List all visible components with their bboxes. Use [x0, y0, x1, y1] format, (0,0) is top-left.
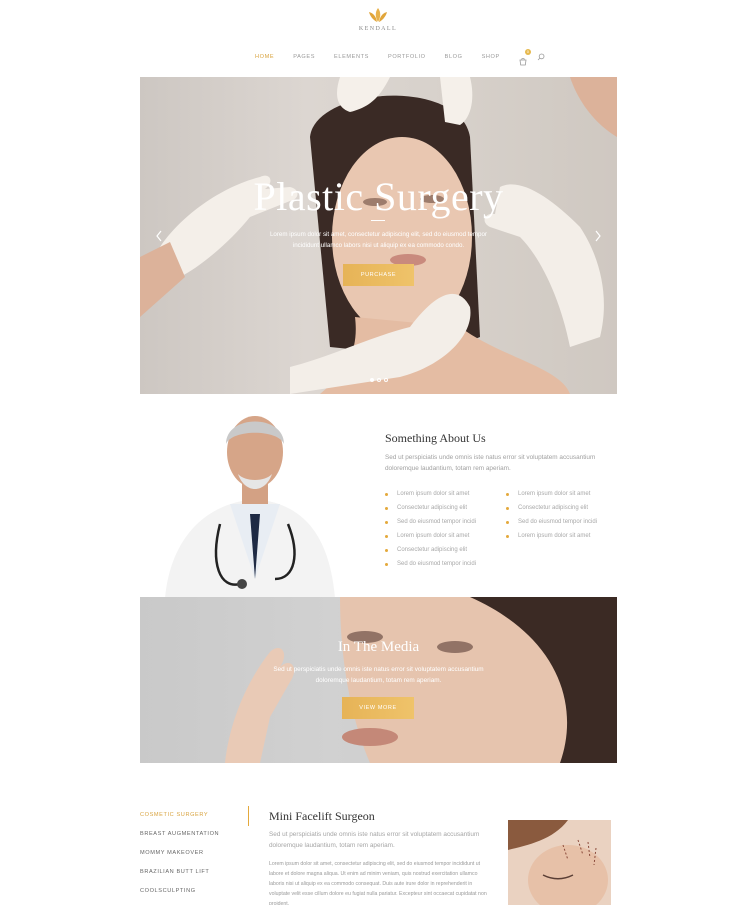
list-item: Lorem ipsum dolor sit amet: [506, 529, 597, 543]
list-item: Lorem ipsum dolor sit amet: [385, 487, 476, 501]
site-header: KENDALL HOME PAGES ELEMENTS PORTFOLIO BL…: [0, 0, 756, 76]
tab-brazilian-butt-lift[interactable]: BRAZILIAN BUTT LIFT: [140, 863, 250, 882]
list-item: Sed do eiusmod tempor incidi: [385, 557, 476, 571]
bullet-icon: [385, 520, 388, 524]
bullet-icon: [385, 562, 388, 566]
nav-item-blog[interactable]: BLOG: [445, 54, 463, 60]
bullet-icon: [506, 492, 509, 496]
hero-slider: Plastic Surgery Lorem ipsum dolor sit am…: [140, 77, 617, 394]
list-item-text: Consectetur adipiscing elit: [518, 505, 589, 511]
about-title: Something About Us: [385, 431, 486, 445]
slider-dot-2[interactable]: [377, 378, 381, 382]
bullet-icon: [385, 506, 388, 510]
media-title: In The Media: [337, 639, 420, 655]
bullet-icon: [385, 534, 388, 538]
tab-coolsculpting[interactable]: COOLSCULPTING: [140, 882, 250, 901]
hero-divider: [371, 220, 385, 221]
tab-cosmetic-surgery[interactable]: COSMETIC SURGERY: [140, 806, 250, 825]
cart-count-badge: 0: [524, 49, 531, 55]
nav-item-elements[interactable]: ELEMENTS: [334, 54, 369, 60]
list-item: Lorem ipsum dolor sit amet: [506, 487, 597, 501]
media-banner: In The Media Sed ut perspiciatis unde om…: [140, 597, 617, 763]
hero-text: Lorem ipsum dolor sit amet, consectetur …: [269, 231, 487, 249]
slider-dots: [370, 378, 388, 382]
list-item: Sed do eiusmod tempor incidi: [385, 515, 476, 529]
service-body: Lorem ipsum dolor sit amet, consectetur …: [269, 861, 487, 905]
list-item-text: Lorem ipsum dolor sit amet: [518, 491, 591, 497]
search-icon[interactable]: [537, 53, 545, 61]
slider-next-arrow-icon[interactable]: [593, 229, 603, 243]
nav-item-shop[interactable]: SHOP: [482, 54, 500, 60]
list-item: Lorem ipsum dolor sit amet: [385, 529, 476, 543]
list-item-text: Lorem ipsum dolor sit amet: [518, 533, 591, 539]
bullet-icon: [506, 534, 509, 538]
bullet-icon: [506, 520, 509, 524]
bullet-icon: [385, 548, 388, 552]
purchase-button[interactable]: PURCHASE: [343, 264, 414, 286]
nav-item-portfolio[interactable]: PORTFOLIO: [388, 54, 426, 60]
list-item-text: Sed do eiusmod tempor incidi: [518, 519, 598, 525]
active-tab-indicator: [248, 806, 249, 826]
list-item-text: Sed do eiusmod tempor incidi: [397, 561, 477, 567]
list-item-text: Sed do eiusmod tempor incidi: [397, 519, 477, 525]
main-nav: HOME PAGES ELEMENTS PORTFOLIO BLOG SHOP …: [255, 49, 545, 66]
service-title: Mini Facelift Surgeon: [269, 809, 375, 823]
about-text: Sed ut perspiciatis unde omnis iste natu…: [385, 454, 596, 472]
lotus-icon: [369, 8, 387, 22]
nav-item-home[interactable]: HOME: [255, 54, 274, 60]
slider-prev-arrow-icon[interactable]: [154, 229, 164, 243]
slider-dot-3[interactable]: [384, 378, 388, 382]
hero-title: Plastic Surgery: [253, 174, 504, 219]
brand-name: KENDALL: [358, 26, 398, 32]
list-item: Sed do eiusmod tempor incidi: [506, 515, 597, 529]
service-tabs: COSMETIC SURGERY BREAST AUGMENTATION MOM…: [140, 806, 250, 901]
logo[interactable]: KENDALL: [358, 6, 398, 32]
service-intro: Sed ut perspiciatis unde omnis iste natu…: [269, 831, 480, 849]
about-list-left: Lorem ipsum dolor sit amet Consectetur a…: [385, 487, 476, 571]
list-item: Consectetur adipiscing elit: [506, 501, 597, 515]
list-item-text: Consectetur adipiscing elit: [397, 547, 468, 553]
service-image: [508, 820, 611, 905]
doctor-image: [165, 416, 335, 598]
list-item: Consectetur adipiscing elit: [385, 501, 476, 515]
tab-breast-augmentation[interactable]: BREAST AUGMENTATION: [140, 825, 250, 844]
view-more-button[interactable]: VIEW MORE: [342, 697, 414, 719]
services-section: COSMETIC SURGERY BREAST AUGMENTATION MOM…: [140, 806, 617, 905]
list-item-text: Consectetur adipiscing elit: [397, 505, 468, 511]
slider-dot-1[interactable]: [370, 378, 374, 382]
cart-icon[interactable]: 0: [519, 49, 531, 66]
list-item: Consectetur adipiscing elit: [385, 543, 476, 557]
bullet-icon: [506, 506, 509, 510]
about-section: Something About Us Sed ut perspiciatis u…: [140, 400, 617, 598]
bullet-icon: [385, 492, 388, 496]
nav-item-pages[interactable]: PAGES: [293, 54, 315, 60]
list-item-text: Lorem ipsum dolor sit amet: [397, 533, 470, 539]
media-text: Sed ut perspiciatis unde omnis iste natu…: [273, 666, 484, 684]
tab-mommy-makeover[interactable]: MOMMY MAKEOVER: [140, 844, 250, 863]
list-item-text: Lorem ipsum dolor sit amet: [397, 491, 470, 497]
about-list-right: Lorem ipsum dolor sit amet Consectetur a…: [506, 487, 597, 543]
